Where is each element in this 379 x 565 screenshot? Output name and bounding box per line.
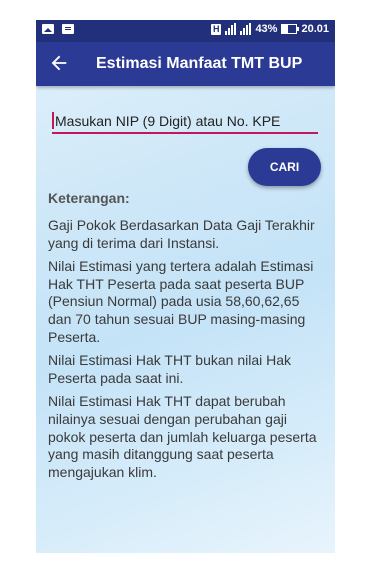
image-notification-icon <box>42 24 54 34</box>
text-cursor <box>52 112 54 129</box>
signal-icon-2 <box>240 23 252 35</box>
cari-button[interactable]: CARI <box>248 148 321 186</box>
keterangan-paragraph-3: Nilai Estimasi Hak THT bukan nilai Hak P… <box>48 352 292 386</box>
battery-icon <box>281 24 300 34</box>
page-title: Estimasi Manfaat TMT BUP <box>96 55 303 72</box>
status-bar: H 43% 20.01 <box>36 20 335 42</box>
network-type-icon: H <box>210 23 222 35</box>
keterangan-heading: Keterangan: <box>48 190 130 206</box>
keterangan-paragraph-2: Nilai Estimasi yang tertera adalah Estim… <box>48 258 314 345</box>
nip-input-container <box>52 110 318 134</box>
app-bar: Estimasi Manfaat TMT BUP <box>36 42 335 86</box>
keterangan-section: Keterangan: Gaji Pokok Berdasarkan Data … <box>48 190 326 487</box>
clock: 20.01 <box>301 23 329 35</box>
signal-icon <box>225 23 237 35</box>
battery-percent: 43% <box>255 23 278 35</box>
keterangan-paragraph-1: Gaji Pokok Berdasarkan Data Gaji Terakhi… <box>48 217 315 251</box>
nip-input[interactable] <box>52 110 317 132</box>
back-arrow-icon[interactable] <box>48 52 70 74</box>
keterangan-paragraph-4: Nilai Estimasi Hak THT dapat berubah nil… <box>48 393 317 480</box>
phone-screen: H 43% 20.01 Estimasi Manfaat TMT BUP CAR… <box>36 20 335 553</box>
message-notification-icon <box>62 24 74 34</box>
